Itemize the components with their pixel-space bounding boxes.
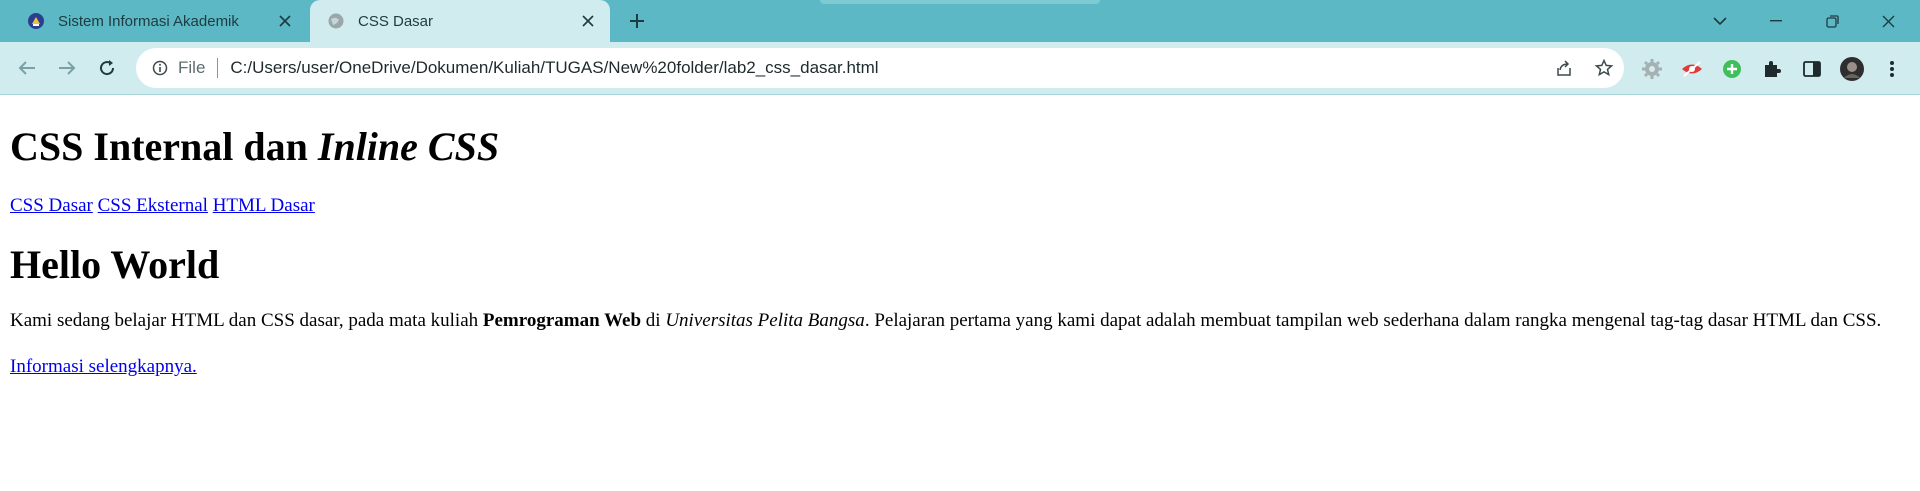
close-tab-icon[interactable] <box>271 7 299 35</box>
plus-circle-icon <box>1723 60 1741 78</box>
intro-paragraph: Kami sedang belajar HTML dan CSS dasar, … <box>10 309 1910 333</box>
kebab-menu-icon <box>1890 61 1894 77</box>
site-info-icon[interactable] <box>150 58 170 78</box>
address-bar[interactable]: File C:/Users/user/OneDrive/Dokumen/Kuli… <box>136 48 1624 88</box>
paragraph-text: . Pelajaran pertama yang kami dapat adal… <box>864 310 1882 331</box>
tab-sistem-informasi[interactable]: Sistem Informasi Akademik <box>10 0 307 42</box>
arrow-left-icon <box>18 61 35 75</box>
restore-icon <box>1825 14 1839 28</box>
paragraph-text: di <box>641 310 666 331</box>
star-icon <box>1595 59 1613 77</box>
extensions-button[interactable] <box>1757 54 1787 84</box>
url-text[interactable]: C:/Users/user/OneDrive/Dokumen/Kuliah/TU… <box>230 58 1544 78</box>
tab-strip: Sistem Informasi Akademik CSS Dasar <box>0 0 1920 42</box>
minimize-icon <box>1770 20 1782 22</box>
tab-css-dasar[interactable]: CSS Dasar <box>310 0 610 42</box>
share-icon <box>1557 60 1571 76</box>
chevron-down-icon <box>1713 17 1727 26</box>
university-logo-icon <box>26 11 46 31</box>
close-icon <box>1882 15 1894 27</box>
tab-title: Sistem Informasi Akademik <box>58 12 239 30</box>
back-button[interactable] <box>12 53 42 83</box>
plus-icon <box>630 14 644 28</box>
side-panel-icon <box>1803 61 1821 77</box>
tab-strip-highlight <box>820 0 1100 4</box>
nav-link-css-dasar[interactable]: CSS Dasar <box>10 195 93 216</box>
restore-button[interactable] <box>1804 0 1860 42</box>
paragraph-text: Kami sedang belajar HTML dan CSS dasar, … <box>10 310 483 331</box>
close-window-button[interactable] <box>1860 0 1916 42</box>
more-info-paragraph: Informasi selengkapnya. <box>10 355 1910 379</box>
nav-link-css-eksternal[interactable]: CSS Eksternal <box>98 195 208 216</box>
url-scheme-label: File <box>178 58 206 77</box>
close-tab-icon[interactable] <box>574 7 602 35</box>
nav-link-html-dasar[interactable]: HTML Dasar <box>213 195 315 216</box>
extension-gear-button[interactable] <box>1637 54 1667 84</box>
address-separator <box>217 58 219 78</box>
minimize-button[interactable] <box>1748 0 1804 42</box>
extension-add-button[interactable] <box>1717 54 1747 84</box>
gear-icon <box>1642 59 1662 79</box>
profile-avatar[interactable] <box>1837 54 1867 84</box>
arrow-right-icon <box>59 61 76 75</box>
page-nav: CSS Dasar CSS Eksternal HTML Dasar <box>10 195 1910 217</box>
forward-button[interactable] <box>52 53 82 83</box>
reload-icon <box>100 60 115 76</box>
page-title: CSS Internal dan Inline CSS <box>10 123 1910 171</box>
share-button[interactable] <box>1544 52 1584 84</box>
browser-toolbar: File C:/Users/user/OneDrive/Dokumen/Kuli… <box>0 42 1920 95</box>
paragraph-bold: Pemrograman Web <box>482 310 642 331</box>
title-plain: CSS Internal dan <box>10 124 318 169</box>
tab-title: CSS Dasar <box>358 12 434 30</box>
bookmark-button[interactable] <box>1584 52 1624 84</box>
paragraph-italic: Universitas Pelita Bangsa <box>665 310 865 331</box>
hello-heading: Hello World <box>10 242 220 287</box>
browser-menu-button[interactable] <box>1877 54 1907 84</box>
puzzle-icon <box>1765 61 1781 77</box>
side-panel-button[interactable] <box>1797 54 1827 84</box>
more-info-link[interactable]: Informasi selengkapnya. <box>10 356 197 377</box>
extension-eye-button[interactable] <box>1677 54 1707 84</box>
page-content: CSS Internal dan Inline CSS CSS Dasar CS… <box>0 123 1920 379</box>
tab-search-button[interactable] <box>1692 0 1748 42</box>
title-italic: Inline CSS <box>317 124 500 169</box>
new-tab-button[interactable] <box>622 6 652 36</box>
globe-icon <box>326 11 346 31</box>
reload-button[interactable] <box>92 53 122 83</box>
avatar-icon <box>1840 57 1864 81</box>
eye-slash-icon <box>1682 61 1702 77</box>
